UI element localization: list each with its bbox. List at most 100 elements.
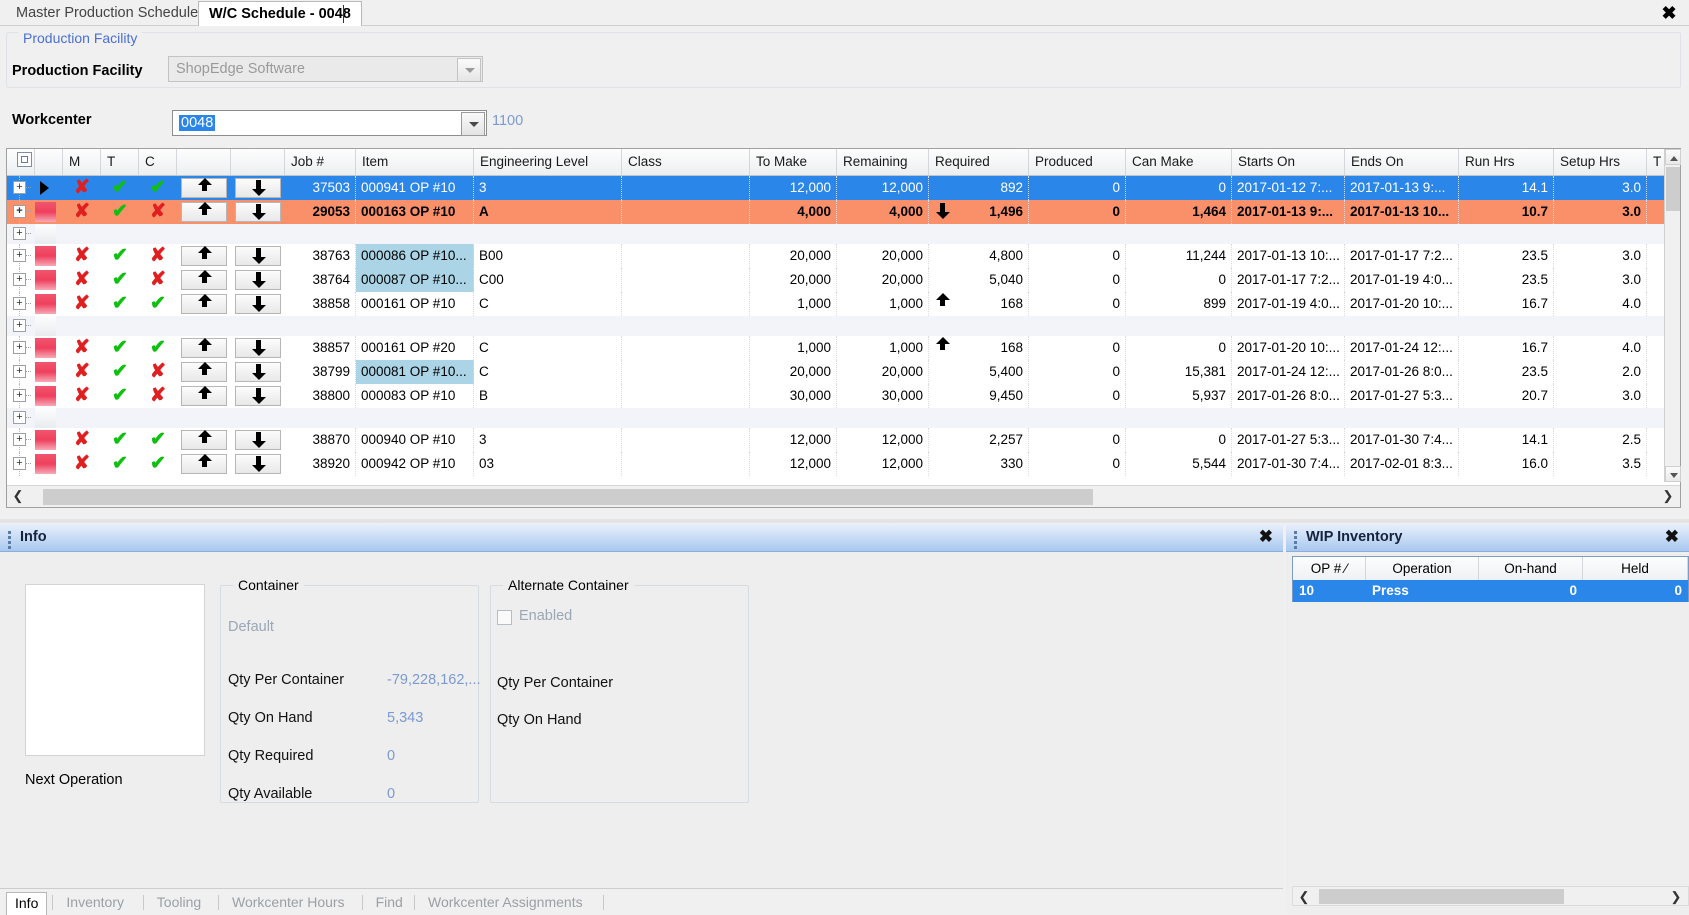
expand-icon[interactable]: + xyxy=(13,433,26,446)
move-down-button[interactable] xyxy=(235,178,281,198)
flag-m-icon[interactable]: ✘ xyxy=(72,178,92,198)
expand-icon[interactable]: + xyxy=(13,341,26,354)
alternate-container-enabled-checkbox[interactable] xyxy=(497,610,512,625)
wip-column-header-2[interactable]: On-hand xyxy=(1479,557,1583,580)
flag-c-icon[interactable]: ✘ xyxy=(148,202,168,222)
grid-column-header-eng[interactable]: Engineering Level xyxy=(474,149,622,175)
move-up-button[interactable] xyxy=(181,338,227,358)
flag-m-icon[interactable]: ✘ xyxy=(72,362,92,382)
flag-t-icon[interactable]: ✔ xyxy=(110,246,130,266)
wip-panel-close-button[interactable]: ✖ xyxy=(1665,527,1679,547)
flag-t-icon[interactable]: ✔ xyxy=(110,294,130,314)
flag-c-icon[interactable]: ✘ xyxy=(148,270,168,290)
grid-group-row[interactable]: + xyxy=(7,408,1666,428)
move-down-button[interactable] xyxy=(235,270,281,290)
move-up-button[interactable] xyxy=(181,202,227,222)
table-row[interactable]: + ✘ ✔ ✔ 38920 000942 OP #10 03 12,000 12,000 330 0… xyxy=(7,452,1666,476)
flag-m-icon[interactable]: ✘ xyxy=(72,430,92,450)
wip-column-header-1[interactable]: Operation xyxy=(1366,557,1479,580)
flag-c-icon[interactable]: ✔ xyxy=(148,430,168,450)
info-panel-close-button[interactable]: ✖ xyxy=(1259,527,1273,547)
table-row[interactable]: + ✘ ✔ ✘ 38799 000081 OP #10... C 20,000 20,000 5,… xyxy=(7,360,1666,384)
move-up-button[interactable] xyxy=(181,294,227,314)
flag-c-icon[interactable]: ✘ xyxy=(148,386,168,406)
chevron-down-icon[interactable] xyxy=(457,58,481,82)
flag-c-icon[interactable]: ✘ xyxy=(148,246,168,266)
move-up-button[interactable] xyxy=(181,246,227,266)
grid-column-header-prod[interactable]: Produced xyxy=(1029,149,1126,175)
grip-icon[interactable] xyxy=(1294,531,1297,549)
tab-wc-schedule[interactable]: W/C Schedule - 0048 xyxy=(198,1,362,26)
flag-t-icon[interactable]: ✔ xyxy=(110,338,130,358)
move-up-button[interactable] xyxy=(181,386,227,406)
move-down-button[interactable] xyxy=(235,362,281,382)
grid-column-header-class[interactable]: Class xyxy=(622,149,750,175)
grid-column-header-exp[interactable] xyxy=(7,149,35,175)
expand-icon[interactable]: + xyxy=(13,297,26,310)
move-down-button[interactable] xyxy=(235,430,281,450)
wip-scroll-thumb[interactable] xyxy=(1319,889,1564,904)
grid-horizontal-scrollbar[interactable]: ❮ ❯ xyxy=(7,485,1680,507)
grid-group-row[interactable]: + xyxy=(7,316,1666,336)
flag-c-icon[interactable]: ✔ xyxy=(148,178,168,198)
close-window-button[interactable]: ✖ xyxy=(1657,2,1681,24)
chevron-down-icon[interactable] xyxy=(461,112,485,136)
table-row[interactable]: + ✘ ✔ ✔ 37503 000941 OP #10 3 12,000 12,000 892 0 0… xyxy=(7,176,1666,200)
grid-column-header-t[interactable]: T xyxy=(101,149,139,175)
flag-t-icon[interactable]: ✔ xyxy=(110,454,130,474)
grid-column-header-strt[interactable]: Starts On xyxy=(1232,149,1345,175)
bottom-tab-inventory[interactable]: Inventory xyxy=(58,892,132,913)
flag-m-icon[interactable]: ✘ xyxy=(72,386,92,406)
wip-scroll-left-button[interactable]: ❮ xyxy=(1296,890,1312,906)
grid-column-header-run[interactable]: Run Hrs xyxy=(1459,149,1554,175)
move-up-button[interactable] xyxy=(181,270,227,290)
grid-vertical-scrollbar[interactable] xyxy=(1664,149,1681,482)
grip-icon[interactable] xyxy=(8,531,11,549)
flag-m-icon[interactable]: ✘ xyxy=(72,246,92,266)
grid-column-header-m[interactable]: M xyxy=(63,149,101,175)
expand-icon[interactable]: + xyxy=(13,181,26,194)
expand-icon[interactable]: + xyxy=(13,389,26,402)
wip-horizontal-scrollbar[interactable]: ❮ ❯ xyxy=(1292,886,1689,906)
table-row[interactable]: + ✘ ✔ ✔ 38870 000940 OP #10 3 12,000 12,000 2,257… xyxy=(7,428,1666,452)
table-row[interactable]: + ✘ ✔ ✔ 38857 000161 OP #20 C 1,000 1,000 168 0 0 20… xyxy=(7,336,1666,360)
flag-m-icon[interactable]: ✘ xyxy=(72,202,92,222)
flag-m-icon[interactable]: ✘ xyxy=(72,338,92,358)
move-down-button[interactable] xyxy=(235,294,281,314)
flag-c-icon[interactable]: ✔ xyxy=(148,294,168,314)
wip-column-header-0[interactable]: OP # ⁄ xyxy=(1293,557,1366,580)
grid-column-header-item[interactable]: Item xyxy=(356,149,474,175)
table-row[interactable]: + ✘ ✔ ✔ 38858 000161 OP #10 C 1,000 1,000 168 0 899… xyxy=(7,292,1666,316)
move-down-button[interactable] xyxy=(235,246,281,266)
move-up-button[interactable] xyxy=(181,430,227,450)
grid-column-header-job[interactable]: Job # xyxy=(285,149,356,175)
grid-column-header-c[interactable]: C xyxy=(139,149,177,175)
production-facility-combobox[interactable]: ShopEdge Software xyxy=(168,56,483,82)
expand-icon[interactable]: + xyxy=(13,249,26,262)
flag-c-icon[interactable]: ✔ xyxy=(148,454,168,474)
bottom-tab-info[interactable]: Info xyxy=(6,892,48,915)
move-down-button[interactable] xyxy=(235,454,281,474)
move-up-button[interactable] xyxy=(181,454,227,474)
flag-t-icon[interactable]: ✔ xyxy=(110,270,130,290)
grid-column-header-end[interactable]: Ends On xyxy=(1345,149,1459,175)
expand-icon[interactable]: + xyxy=(13,365,26,378)
flag-t-icon[interactable]: ✔ xyxy=(110,430,130,450)
wip-table-row[interactable]: 10 Press 0 0 xyxy=(1293,580,1688,602)
grid-column-header-mark[interactable] xyxy=(35,149,63,175)
move-up-button[interactable] xyxy=(181,362,227,382)
expand-icon[interactable]: + xyxy=(13,205,26,218)
bottom-tab-workcenter-assignments[interactable]: Workcenter Assignments xyxy=(420,892,591,913)
grid-column-header-tomk[interactable]: To Make xyxy=(750,149,837,175)
grid-column-header-up[interactable] xyxy=(177,149,231,175)
bottom-tab-find[interactable]: Find xyxy=(368,892,411,913)
move-up-button[interactable] xyxy=(181,178,227,198)
flag-t-icon[interactable]: ✔ xyxy=(110,362,130,382)
grid-column-header-dn[interactable] xyxy=(231,149,285,175)
tab-master-production-schedule[interactable]: Master Production Schedule xyxy=(6,1,208,26)
table-row[interactable]: + ✘ ✔ ✘ 29053 000163 OP #10 A 4,000 4,000 1,496 0 1… xyxy=(7,200,1666,224)
flag-m-icon[interactable]: ✘ xyxy=(72,454,92,474)
vertical-scroll-thumb[interactable] xyxy=(1666,167,1680,211)
move-down-button[interactable] xyxy=(235,338,281,358)
grid-column-header-rem[interactable]: Remaining xyxy=(837,149,929,175)
